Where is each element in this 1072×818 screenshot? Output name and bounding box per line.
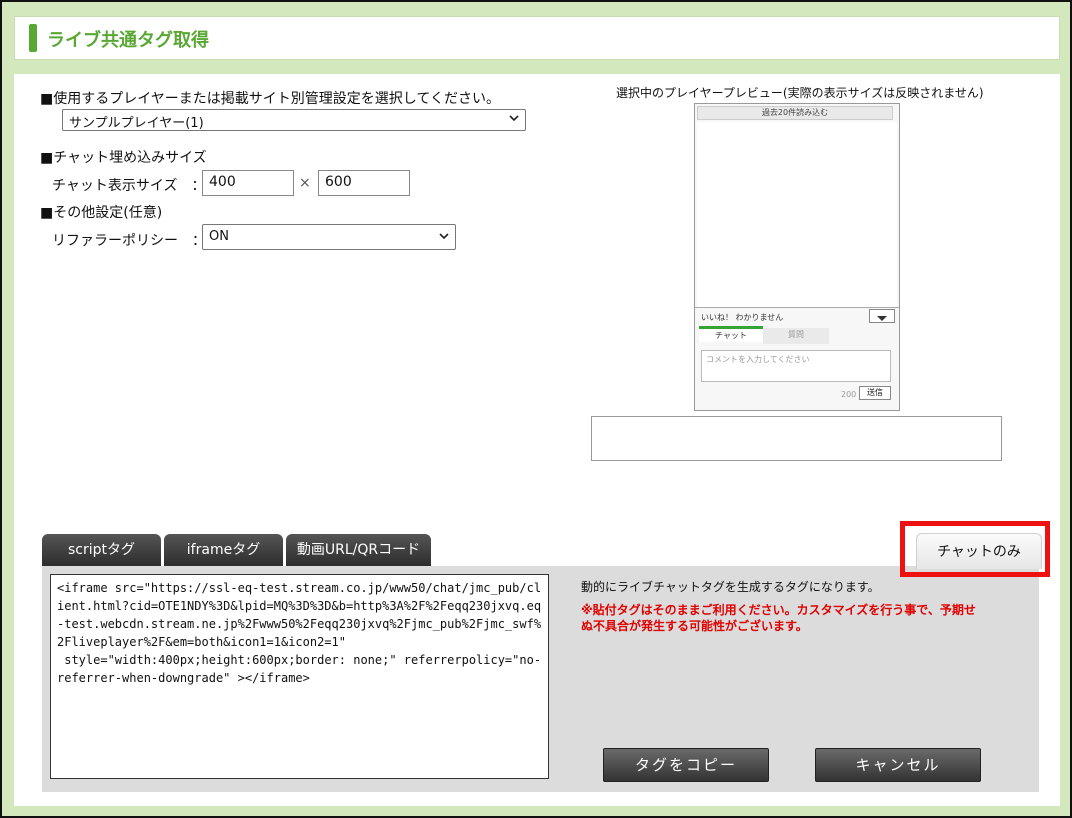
preview-comment-input[interactable]: コメントを入力してください (701, 350, 891, 382)
cancel-button[interactable]: キャンセル (815, 748, 981, 782)
warning-text: ※貼付タグはそのままご利用ください。カスタマイズを行う事で、予期せぬ不具合が発生… (581, 603, 976, 633)
preview-chat-area (697, 122, 897, 308)
chevron-down-icon (509, 115, 519, 122)
preview-tab-question[interactable]: 質問 (763, 328, 829, 344)
chevron-down-icon (439, 233, 449, 240)
preview-caption: 選択中のプレイヤープレビュー(実際の表示サイズは反映されません) (616, 86, 984, 100)
preview-char-count: 200 (841, 390, 857, 399)
referrer-policy-label: リファラーポリシー ： (52, 233, 206, 249)
tab-script[interactable]: scriptタグ (42, 534, 161, 566)
preview-info-box (591, 416, 1002, 461)
window-frame: ライブ共通タグ取得 ■使用するプレイヤーまたは掲載サイト別管理設定を選択してくだ… (0, 0, 1072, 818)
referrer-policy-value: ON (209, 229, 229, 244)
player-select[interactable]: サンプルプレイヤー(1) (62, 109, 526, 131)
page-title: ライブ共通タグ取得 (47, 30, 209, 51)
triangle-down-icon (877, 316, 887, 321)
chat-height-input[interactable]: 600 (318, 170, 410, 196)
highlight-frame (900, 521, 1050, 577)
referrer-policy-select[interactable]: ON (202, 224, 456, 250)
copy-tag-button[interactable]: タグをコピー (603, 748, 769, 782)
load-past-button[interactable]: 過去20件読み込む (697, 106, 893, 120)
chat-width-input[interactable]: 400 (202, 170, 294, 196)
preview-divider (695, 307, 899, 308)
title-accent-bar (29, 24, 37, 52)
player-select-value: サンプルプレイヤー(1) (69, 116, 204, 131)
tab-video-url-qr[interactable]: 動画URL/QRコード (286, 534, 431, 566)
info-text: 動的にライブチャットタグを生成するタグになります。 (581, 580, 880, 594)
size-section-heading: ■チャット埋め込みサイズ (40, 150, 207, 166)
player-section-heading: ■使用するプレイヤーまたは掲載サイト別管理設定を選択してください。 (40, 91, 500, 107)
preview-reactions[interactable]: いいね！ わかりません (701, 312, 783, 323)
preview-dropdown-button[interactable] (869, 309, 895, 323)
main-panel: ■使用するプレイヤーまたは掲載サイト別管理設定を選択してください。 サンプルプレ… (14, 74, 1060, 806)
other-section-heading: ■その他設定(任意) (40, 205, 163, 221)
player-preview: 過去20件読み込む いいね！ わかりません チャット 質問 コメントを入力してく… (694, 103, 900, 411)
tag-code-textarea[interactable]: <iframe src="https://ssl-eq-test.stream.… (50, 574, 549, 779)
size-separator: × (299, 175, 311, 191)
preview-tab-chat[interactable]: チャット (699, 326, 763, 342)
chat-size-label: チャット表示サイズ ： (52, 178, 206, 194)
title-bar: ライブ共通タグ取得 (14, 16, 1060, 60)
preview-send-button[interactable]: 送信 (859, 386, 891, 400)
tab-iframe[interactable]: iframeタグ (164, 534, 283, 566)
